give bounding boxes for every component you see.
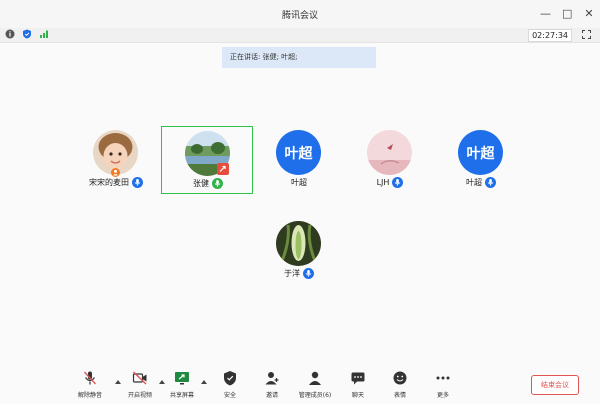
participant-name: 叶超: [291, 178, 307, 187]
mic-muted-icon: [83, 371, 97, 385]
fullscreen-icon[interactable]: [582, 30, 591, 39]
meeting-timer: 02:27:34: [528, 29, 572, 42]
participant-name-row: 宋宋的麦田: [70, 177, 162, 188]
reactions-button[interactable]: 表情: [378, 370, 422, 404]
signal-strength-icon[interactable]: [39, 29, 49, 39]
add-user-icon: [265, 372, 279, 385]
invite-button[interactable]: 邀请: [250, 370, 294, 404]
end-meeting-button[interactable]: 结束会议: [531, 375, 579, 395]
participant-tile-selected[interactable]: 张健: [161, 126, 253, 194]
unmute-button[interactable]: 解除静音: [68, 370, 112, 404]
participant-tile[interactable]: 宋宋的麦田: [70, 126, 162, 194]
members-icon: [309, 371, 321, 385]
bottom-toolbar: 解除静音 开启视频 共享屏幕 安全 邀请 管理成员(6) 聊天 表情 更多: [0, 368, 600, 404]
mic-icon: [392, 177, 404, 188]
title-bar: 腾讯会议 — □ ✕: [0, 0, 600, 28]
participant-name-row: LJH: [344, 177, 436, 188]
mic-icon: [303, 268, 314, 279]
participant-name-row: 张健: [162, 178, 254, 189]
minimize-icon[interactable]: —: [540, 8, 551, 19]
close-icon[interactable]: ✕: [584, 8, 594, 19]
participant-name: 于洋: [284, 269, 300, 278]
chat-label: 聊天: [351, 392, 364, 399]
mic-icon: [485, 177, 496, 188]
start-video-button[interactable]: 开启视频: [118, 370, 162, 404]
security-button[interactable]: 安全: [208, 370, 252, 404]
more-label: 更多: [436, 392, 449, 399]
participant-tile[interactable]: 叶超 叶超: [253, 126, 345, 194]
video-off-icon: [132, 371, 147, 385]
avatar: 叶超: [276, 130, 321, 175]
unmute-label: 解除静音: [77, 392, 102, 399]
window-title: 腾讯会议: [281, 10, 318, 21]
share-screen-button[interactable]: 共享屏幕: [160, 370, 204, 404]
share-screen-label: 共享屏幕: [169, 392, 194, 399]
host-badge-icon: [111, 168, 120, 177]
avatar: 叶超: [458, 130, 503, 175]
share-options-arrow-icon[interactable]: [201, 380, 207, 384]
mic-icon: [132, 177, 143, 188]
window-controls: — □ ✕: [540, 0, 594, 28]
participant-name-row: 叶超: [435, 177, 527, 188]
participant-name: 张健: [193, 179, 209, 188]
more-dots-icon: [436, 376, 450, 380]
maximize-icon[interactable]: □: [562, 8, 572, 19]
screen-share-icon: [175, 372, 189, 385]
info-icon[interactable]: [5, 29, 15, 39]
screen-share-badge-icon: [217, 163, 229, 175]
avatar: [276, 221, 321, 266]
manage-members-button[interactable]: 管理成员(6): [293, 370, 337, 404]
chat-icon: [351, 372, 365, 385]
participant-tile[interactable]: LJH: [344, 126, 436, 194]
speaking-banner: 正在讲话: 张健; 叶超;: [222, 47, 376, 68]
participant-name: LJH: [376, 178, 390, 187]
avatar: [367, 130, 412, 175]
participant-name-row: 于洋: [253, 268, 345, 279]
security-label: 安全: [223, 392, 236, 399]
start-video-label: 开启视频: [127, 392, 152, 399]
chat-button[interactable]: 聊天: [336, 370, 380, 404]
manage-members-label: 管理成员(6): [298, 392, 332, 399]
shield-icon[interactable]: [22, 29, 32, 39]
emoji-icon: [393, 371, 407, 385]
participant-tile[interactable]: 于洋: [253, 217, 345, 285]
participant-name: 叶超: [466, 178, 482, 187]
mic-active-icon: [212, 178, 223, 189]
participant-name: 宋宋的麦田: [89, 178, 129, 187]
participant-name-row: 叶超: [253, 177, 345, 188]
invite-label: 邀请: [265, 392, 278, 399]
shield-icon: [224, 371, 236, 386]
status-bar: 02:27:34: [0, 28, 600, 43]
reactions-label: 表情: [393, 392, 406, 399]
participant-tile[interactable]: 叶超 叶超: [435, 126, 527, 194]
more-button[interactable]: 更多: [421, 370, 465, 404]
